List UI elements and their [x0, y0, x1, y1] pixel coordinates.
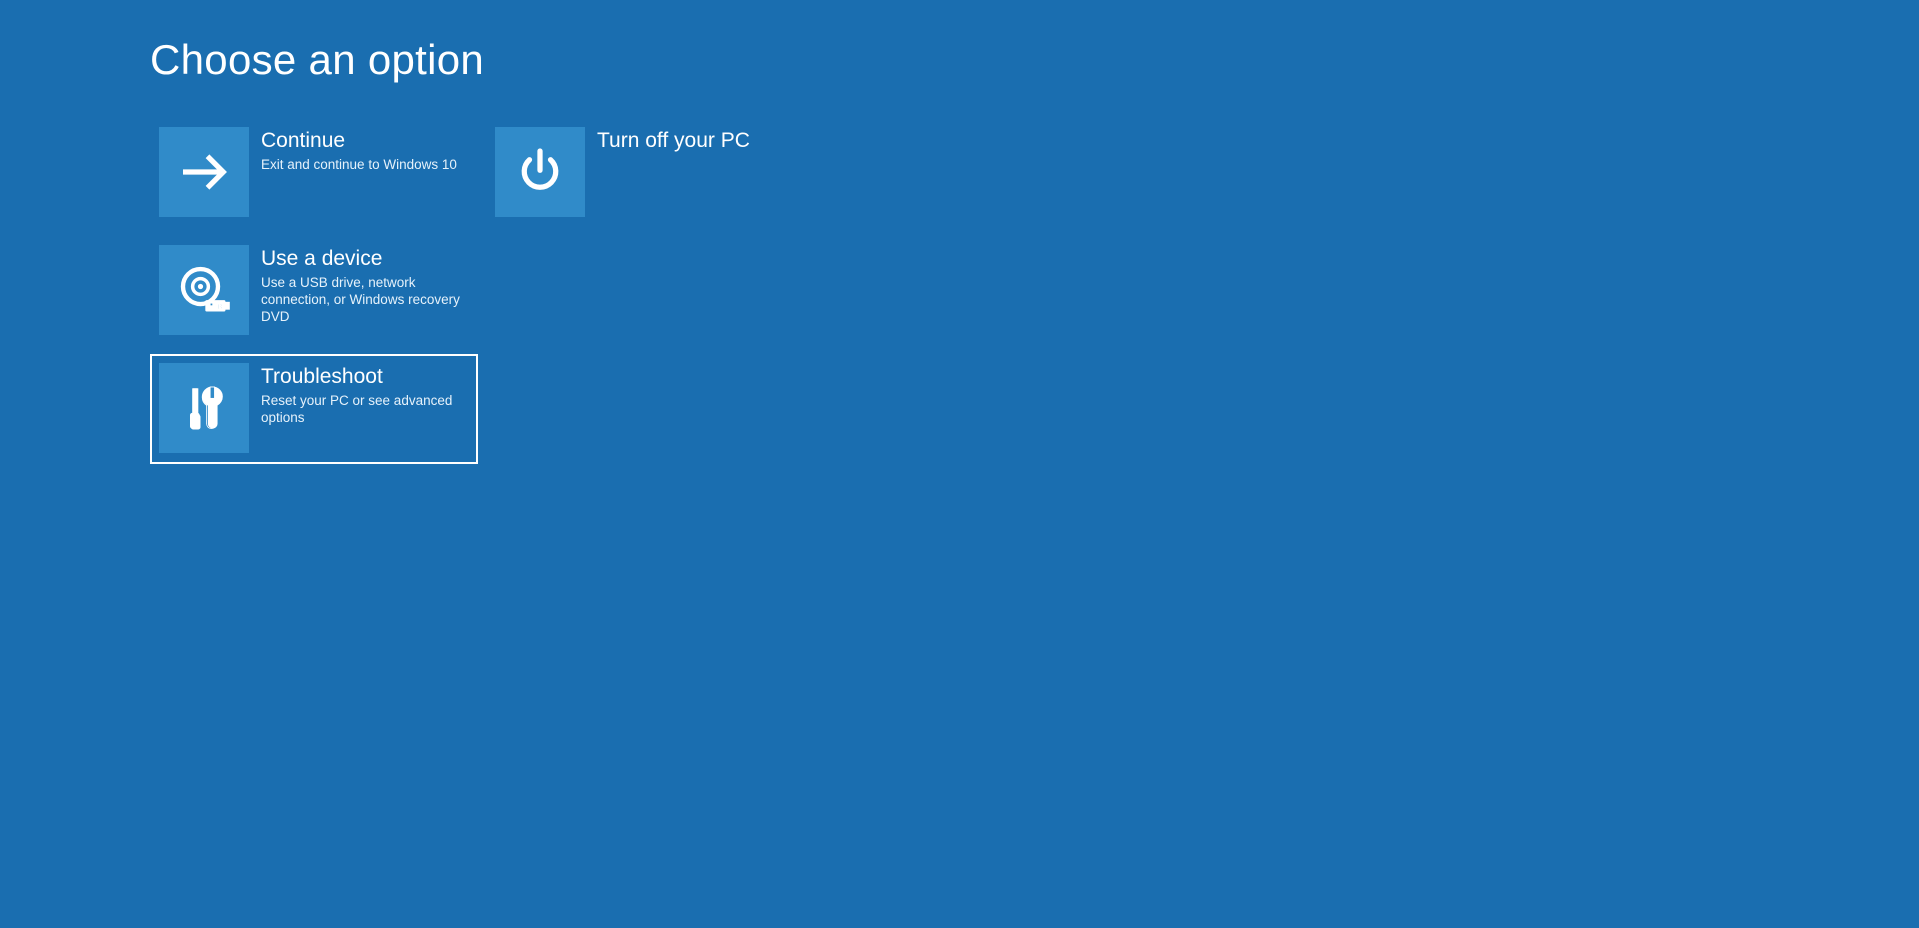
tile-text: Continue Exit and continue to Windows 10 — [249, 127, 461, 174]
page-title: Choose an option — [150, 36, 1919, 84]
tile-desc: Reset your PC or see advanced options — [261, 393, 465, 427]
tile-title: Troubleshoot — [261, 365, 465, 389]
tile-troubleshoot[interactable]: Troubleshoot Reset your PC or see advanc… — [150, 354, 478, 464]
arrow-right-icon — [159, 127, 249, 217]
tile-title: Turn off your PC — [597, 129, 750, 153]
tile-continue[interactable]: Continue Exit and continue to Windows 10 — [150, 118, 478, 228]
tile-desc: Exit and continue to Windows 10 — [261, 157, 457, 174]
tile-text: Turn off your PC — [585, 127, 754, 157]
options-tile-list: Continue Exit and continue to Windows 10 — [150, 118, 850, 478]
tile-text: Troubleshoot Reset your PC or see advanc… — [249, 363, 469, 427]
tile-text: Use a device Use a USB drive, network co… — [249, 245, 469, 326]
tile-use-a-device[interactable]: B Use a device Use a USB drive, network … — [150, 236, 478, 346]
tile-title: Use a device — [261, 247, 465, 271]
recovery-options-screen: Choose an option Continue Exit and conti… — [0, 0, 1919, 478]
disc-usb-icon: B — [159, 245, 249, 335]
power-icon — [495, 127, 585, 217]
tile-title: Continue — [261, 129, 457, 153]
tile-desc: Use a USB drive, network connection, or … — [261, 275, 465, 326]
svg-text:B: B — [217, 304, 222, 311]
tools-icon — [159, 363, 249, 453]
tile-turn-off-pc[interactable]: Turn off your PC — [486, 118, 814, 228]
